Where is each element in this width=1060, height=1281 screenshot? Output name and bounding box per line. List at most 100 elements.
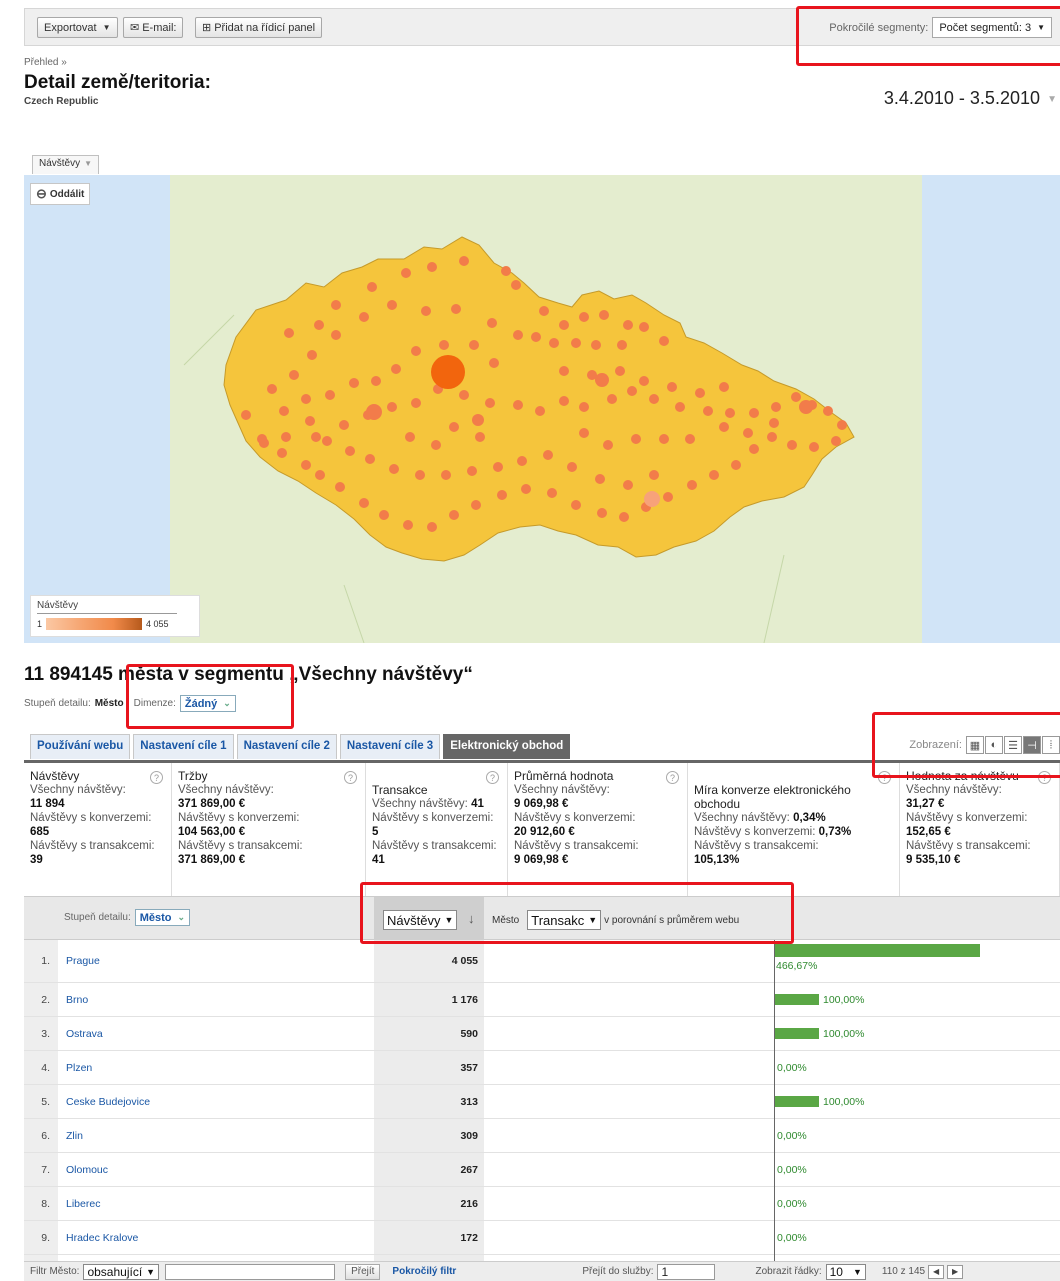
city-dot[interactable] (403, 520, 413, 530)
breadcrumb[interactable]: Přehled » (24, 57, 67, 68)
city-dot[interactable] (571, 500, 581, 510)
city-dot[interactable] (597, 508, 607, 518)
city-dot[interactable] (389, 464, 399, 474)
city-dot[interactable] (547, 488, 557, 498)
city-dot[interactable] (259, 438, 269, 448)
city-link[interactable]: Olomouc (66, 1164, 108, 1176)
city-dot[interactable] (649, 470, 659, 480)
city-dot[interactable] (749, 408, 759, 418)
city-dot[interactable] (485, 398, 495, 408)
city-dot[interactable] (487, 318, 497, 328)
city-dot[interactable] (241, 410, 251, 420)
city-dot[interactable] (349, 378, 359, 388)
jump-input[interactable]: 1 (657, 1263, 716, 1280)
city-dot[interactable] (311, 432, 321, 442)
rows-select[interactable]: 10 ▼ (825, 1263, 866, 1280)
city-dot[interactable] (451, 304, 461, 314)
map[interactable]: ⊖ Oddálit Návštěvy 1 4 055 (24, 175, 1060, 643)
city-dot[interactable] (307, 350, 317, 360)
prev-page-icon[interactable]: ◀ (928, 1264, 945, 1279)
city-link[interactable]: Brno (66, 994, 88, 1006)
city-dot[interactable] (667, 382, 677, 392)
tab-goal-set-1[interactable]: Nastavení cíle 1 (133, 734, 234, 759)
city-dot[interactable] (571, 338, 581, 348)
city-dot[interactable] (365, 454, 375, 464)
tab-goal-set-2[interactable]: Nastavení cíle 2 (236, 734, 337, 759)
city-dot[interactable] (579, 428, 589, 438)
city-dot[interactable] (325, 390, 335, 400)
advanced-filter-link[interactable]: Pokročilý filtr (392, 1266, 456, 1277)
city-dot[interactable] (475, 432, 485, 442)
city-dot[interactable] (719, 422, 729, 432)
city-dot[interactable] (366, 404, 382, 420)
city-dot[interactable] (787, 440, 797, 450)
city-link[interactable]: Liberec (66, 1198, 100, 1210)
city-dot[interactable] (301, 460, 311, 470)
city-dot[interactable] (427, 262, 437, 272)
filter-go-button[interactable]: Přejít (345, 1263, 381, 1280)
city-dot[interactable] (617, 340, 627, 350)
city-dot[interactable] (411, 346, 421, 356)
map-metric-tab[interactable]: Návštěvy ▼ (32, 155, 100, 174)
city-dot[interactable] (685, 434, 695, 444)
city-dot[interactable] (517, 456, 527, 466)
city-dot[interactable] (289, 370, 299, 380)
city-dot[interactable] (387, 300, 397, 310)
email-button[interactable]: ✉ E-mail: (123, 17, 184, 38)
city-dot[interactable] (411, 398, 421, 408)
city-dot[interactable] (809, 442, 819, 452)
city-dot[interactable] (371, 376, 381, 386)
city-dot[interactable] (535, 406, 545, 416)
city-dot[interactable] (415, 470, 425, 480)
chevron-down-icon[interactable]: ▼ (1047, 94, 1057, 105)
city-dot[interactable] (421, 306, 431, 316)
city-dot[interactable] (595, 373, 609, 387)
city-dot[interactable] (379, 510, 389, 520)
city-dot[interactable] (459, 256, 469, 266)
city-dot[interactable] (305, 416, 315, 426)
city-dot[interactable] (281, 432, 291, 442)
city-dot[interactable] (559, 320, 569, 330)
city-dot[interactable] (359, 498, 369, 508)
help-icon[interactable]: ? (150, 771, 163, 784)
city-dot[interactable] (549, 338, 559, 348)
city-dot[interactable] (513, 400, 523, 410)
city-dot[interactable] (644, 491, 660, 507)
city-dot[interactable] (449, 422, 459, 432)
city-dot[interactable] (623, 320, 633, 330)
city-dot[interactable] (743, 428, 753, 438)
city-dot[interactable] (531, 332, 541, 342)
tab-site-usage[interactable]: Používání webu (30, 734, 131, 759)
city-dot[interactable] (391, 364, 401, 374)
city-dot[interactable] (497, 490, 507, 500)
city-dot[interactable] (322, 436, 332, 446)
city-dot[interactable] (441, 470, 451, 480)
city-dot[interactable] (607, 394, 617, 404)
city-dot[interactable] (439, 340, 449, 350)
city-dot[interactable] (339, 420, 349, 430)
city-dot[interactable] (725, 408, 735, 418)
city-dot[interactable] (431, 440, 441, 450)
city-dot[interactable] (521, 484, 531, 494)
filter-input[interactable] (165, 1263, 336, 1280)
city-link[interactable]: Plzen (66, 1062, 92, 1074)
prague-dot[interactable] (431, 355, 465, 389)
city-dot[interactable] (284, 328, 294, 338)
city-dot[interactable] (731, 460, 741, 470)
city-dot[interactable] (627, 386, 637, 396)
city-link[interactable]: Zlin (66, 1130, 83, 1142)
table-detail-select[interactable]: Město ⌄ (134, 909, 191, 926)
help-icon[interactable]: ? (666, 771, 679, 784)
city-dot[interactable] (603, 440, 613, 450)
filter-mode-select[interactable]: obsahující ▼ (83, 1263, 160, 1280)
city-dot[interactable] (649, 394, 659, 404)
city-link[interactable]: Hradec Kralove (66, 1232, 138, 1244)
add-to-dashboard-button[interactable]: ⊞ Přidat na řídicí panel (195, 17, 323, 38)
city-dot[interactable] (427, 522, 437, 532)
city-dot[interactable] (539, 306, 549, 316)
city-dot[interactable] (401, 268, 411, 278)
city-dot[interactable] (663, 492, 673, 502)
city-dot[interactable] (459, 390, 469, 400)
city-dot[interactable] (837, 420, 847, 430)
city-dot[interactable] (709, 470, 719, 480)
